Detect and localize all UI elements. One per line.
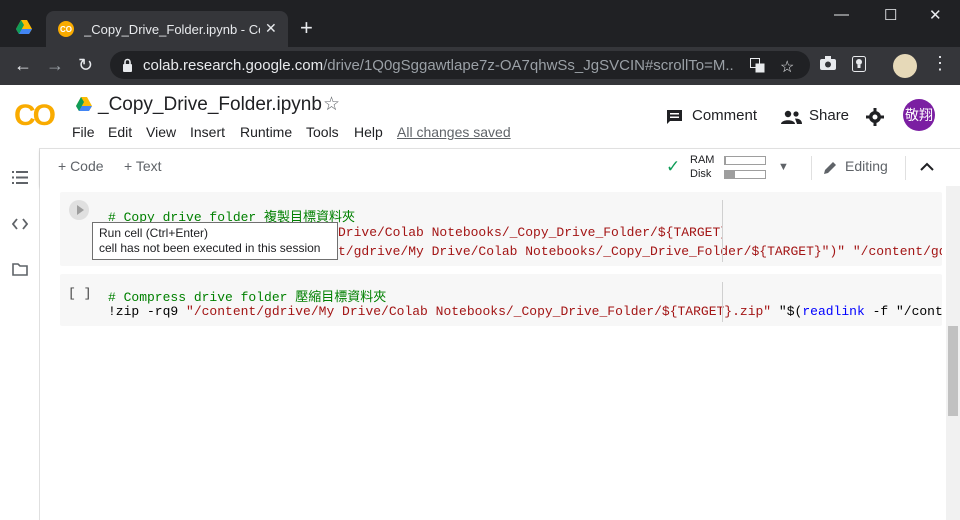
forward-button[interactable]: → — [46, 55, 64, 75]
share-button[interactable]: Share — [809, 107, 849, 124]
settings-gear-icon[interactable] — [866, 108, 884, 126]
code-snippets-icon[interactable] — [12, 218, 28, 230]
scrollbar-thumb[interactable] — [948, 326, 958, 416]
add-code-cell-button[interactable]: + Code — [58, 158, 104, 174]
menu-help[interactable]: Help — [354, 124, 383, 140]
colab-favicon-icon: CO — [58, 21, 74, 37]
lock-icon — [123, 58, 132, 72]
colab-header: CO _Copy_Drive_Folder.ipynb ☆ File Edit … — [0, 85, 960, 148]
tab-close-icon[interactable]: ✕ — [265, 20, 277, 37]
edit-pencil-icon — [824, 162, 836, 174]
comment-button[interactable]: Comment — [692, 107, 757, 124]
menu-file[interactable]: File — [72, 124, 95, 140]
disk-usage-fill — [725, 171, 735, 178]
editing-mode-button[interactable]: Editing — [845, 158, 888, 174]
collapse-header-icon[interactable] — [920, 162, 934, 171]
comment-icon[interactable] — [666, 109, 683, 125]
browser-toolbar: ← → ↻ colab.research.google.com/drive/1Q… — [0, 47, 960, 85]
menu-edit[interactable]: Edit — [108, 124, 132, 140]
people-share-icon[interactable] — [781, 110, 802, 124]
window-close-button[interactable]: ✕ — [929, 6, 942, 24]
notebook-title[interactable]: _Copy_Drive_Folder.ipynb — [98, 94, 322, 116]
menu-view[interactable]: View — [146, 124, 176, 140]
menu-tools[interactable]: Tools — [306, 124, 339, 140]
runtime-dropdown-icon[interactable]: ▼ — [778, 161, 789, 173]
code-line: Drive/Colab Notebooks/_Copy_Drive_Folder… — [338, 225, 722, 240]
drive-pinned-tab[interactable] — [16, 20, 32, 39]
svg-text:CO: CO — [60, 25, 72, 34]
toolbar-divider — [811, 156, 812, 180]
code-line: # Compress drive folder 壓縮目標資料夾 — [108, 290, 387, 305]
ram-usage-bar[interactable] — [724, 156, 766, 165]
code-line: t/gdrive/My Drive/Colab Notebooks/_Copy_… — [338, 244, 942, 259]
back-button[interactable]: ← — [14, 55, 32, 75]
translate-icon[interactable] — [750, 58, 765, 73]
google-drive-icon[interactable] — [76, 97, 92, 111]
files-folder-icon[interactable] — [12, 263, 28, 276]
active-tab[interactable]: CO _Copy_Drive_Folder.ipynb - Colab ✕ — [46, 11, 288, 47]
reload-button[interactable]: ↻ — [78, 55, 93, 75]
browser-menu-icon[interactable]: ⋮ — [931, 53, 949, 74]
toolbar-divider — [905, 156, 906, 180]
profile-avatar[interactable] — [893, 54, 917, 78]
minimize-button[interactable]: — — [834, 6, 849, 23]
bookmark-star-icon[interactable]: ☆ — [780, 57, 794, 77]
connected-check-icon: ✓ — [666, 157, 681, 176]
address-bar[interactable]: colab.research.google.com/drive/1Q0gSgga… — [110, 51, 810, 79]
line-length-ruler — [722, 282, 723, 322]
google-drive-icon — [16, 20, 32, 34]
tab-title: _Copy_Drive_Folder.ipynb - Colab — [84, 22, 260, 37]
new-tab-button[interactable]: + — [300, 17, 313, 39]
star-notebook-icon[interactable]: ☆ — [323, 93, 340, 116]
vertical-scrollbar[interactable] — [946, 186, 960, 520]
tooltip-line: Run cell (Ctrl+Enter) — [99, 226, 209, 240]
url-text: colab.research.google.com/drive/1Q0gSgga… — [143, 57, 733, 74]
disk-usage-bar[interactable] — [724, 170, 766, 179]
browser-tab-strip: CO _Copy_Drive_Folder.ipynb - Colab ✕ + … — [0, 0, 960, 47]
menu-runtime[interactable]: Runtime — [240, 124, 292, 140]
run-cell-tooltip: Run cell (Ctrl+Enter) cell has not been … — [92, 222, 338, 260]
execution-count[interactable]: [ ] — [68, 286, 91, 301]
notebook-toolbar: + Code + Text ✓ RAM Disk ▼ Editing — [40, 148, 960, 186]
save-status[interactable]: All changes saved — [397, 124, 511, 140]
menu-insert[interactable]: Insert — [190, 124, 225, 140]
disk-label: Disk — [690, 168, 712, 180]
camera-icon[interactable] — [820, 56, 836, 70]
user-avatar[interactable]: 敬翔 — [903, 99, 935, 131]
extension-bulb-icon[interactable] — [852, 56, 866, 72]
run-cell-button[interactable] — [69, 200, 89, 220]
ram-label: RAM — [690, 154, 715, 166]
line-length-ruler — [722, 200, 723, 262]
colab-logo[interactable]: CO — [14, 99, 56, 133]
ram-usage-fill — [725, 157, 726, 164]
add-text-cell-button[interactable]: + Text — [124, 158, 162, 174]
left-sidebar — [0, 148, 40, 520]
tooltip-line: cell has not been executed in this sessi… — [99, 241, 321, 255]
maximize-button[interactable]: ☐ — [884, 6, 897, 24]
code-line: !zip -rq9 "/content/gdrive/My Drive/Cola… — [108, 304, 942, 319]
code-cell[interactable]: [ ] # Compress drive folder 壓縮目標資料夾 !zip… — [60, 274, 942, 326]
table-of-contents-icon[interactable] — [12, 171, 28, 184]
